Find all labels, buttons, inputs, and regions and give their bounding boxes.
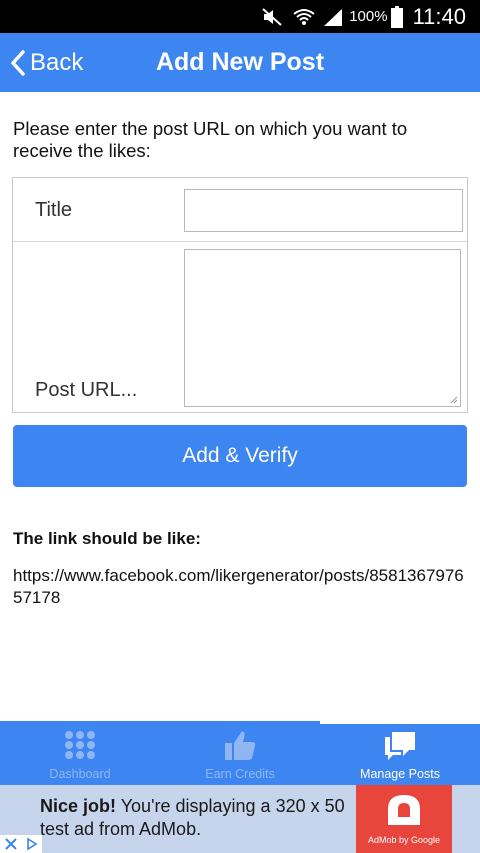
admob-logo-icon — [388, 795, 420, 825]
post-form: Title Post URL... — [12, 177, 468, 413]
title-input[interactable] — [184, 189, 463, 232]
action-bar: Back Add New Post — [0, 33, 480, 92]
admob-logo[interactable]: AdMob by Google — [356, 785, 452, 853]
bottom-tab-bar: Dashboard Earn Credits Manage Posts — [0, 721, 480, 785]
instructions-text: Please enter the post URL on which you w… — [13, 118, 408, 161]
tab-earn-credits-label: Earn Credits — [205, 767, 275, 781]
ad-headline: Nice job! — [40, 796, 117, 816]
status-icons: 100% 11:40 — [259, 0, 480, 33]
ad-info-icon[interactable] — [25, 837, 39, 851]
mute-icon — [259, 0, 285, 33]
title-label: Title — [35, 199, 73, 221]
post-url-input[interactable] — [184, 249, 461, 407]
tab-dashboard-label: Dashboard — [49, 767, 111, 781]
example-link: https://www.facebook.com/likergenerator/… — [13, 566, 464, 607]
thumbs-up-icon — [222, 727, 258, 763]
tab-manage-posts-label: Manage Posts — [360, 767, 440, 781]
status-bar: 100% 11:40 — [0, 0, 480, 33]
add-verify-button[interactable]: Add & Verify — [13, 425, 467, 487]
clock: 11:40 — [412, 3, 466, 29]
tab-manage-posts[interactable]: Manage Posts — [320, 721, 480, 785]
example-heading: The link should be like: — [13, 529, 201, 548]
tab-dashboard[interactable]: Dashboard — [0, 721, 160, 785]
url-row: Post URL... — [13, 242, 467, 412]
ad-banner[interactable]: Nice job! You're displaying a 320 x 50 t… — [0, 785, 480, 853]
screen: 100% 11:40 Back Add New Post Please ente… — [0, 0, 480, 853]
close-ad-icon[interactable] — [4, 837, 18, 851]
adchoices-icon[interactable] — [0, 835, 42, 853]
post-url-label: Post URL... — [35, 379, 138, 401]
back-button-label: Back — [30, 48, 84, 76]
chevron-left-icon — [11, 49, 25, 76]
signal-icon — [321, 0, 345, 33]
title-row: Title — [13, 178, 467, 242]
battery-icon — [390, 0, 413, 33]
admob-caption: AdMob by Google — [367, 835, 441, 845]
battery-level: 100% — [349, 8, 388, 25]
wifi-icon — [291, 0, 317, 33]
ad-text: Nice job! You're displaying a 320 x 50 t… — [40, 795, 350, 841]
resize-grip-icon[interactable] — [450, 396, 458, 404]
grid-dots-icon — [62, 727, 98, 763]
tab-earn-credits[interactable]: Earn Credits — [160, 721, 320, 785]
back-button[interactable]: Back — [8, 33, 83, 92]
speech-bubbles-icon — [382, 727, 418, 763]
